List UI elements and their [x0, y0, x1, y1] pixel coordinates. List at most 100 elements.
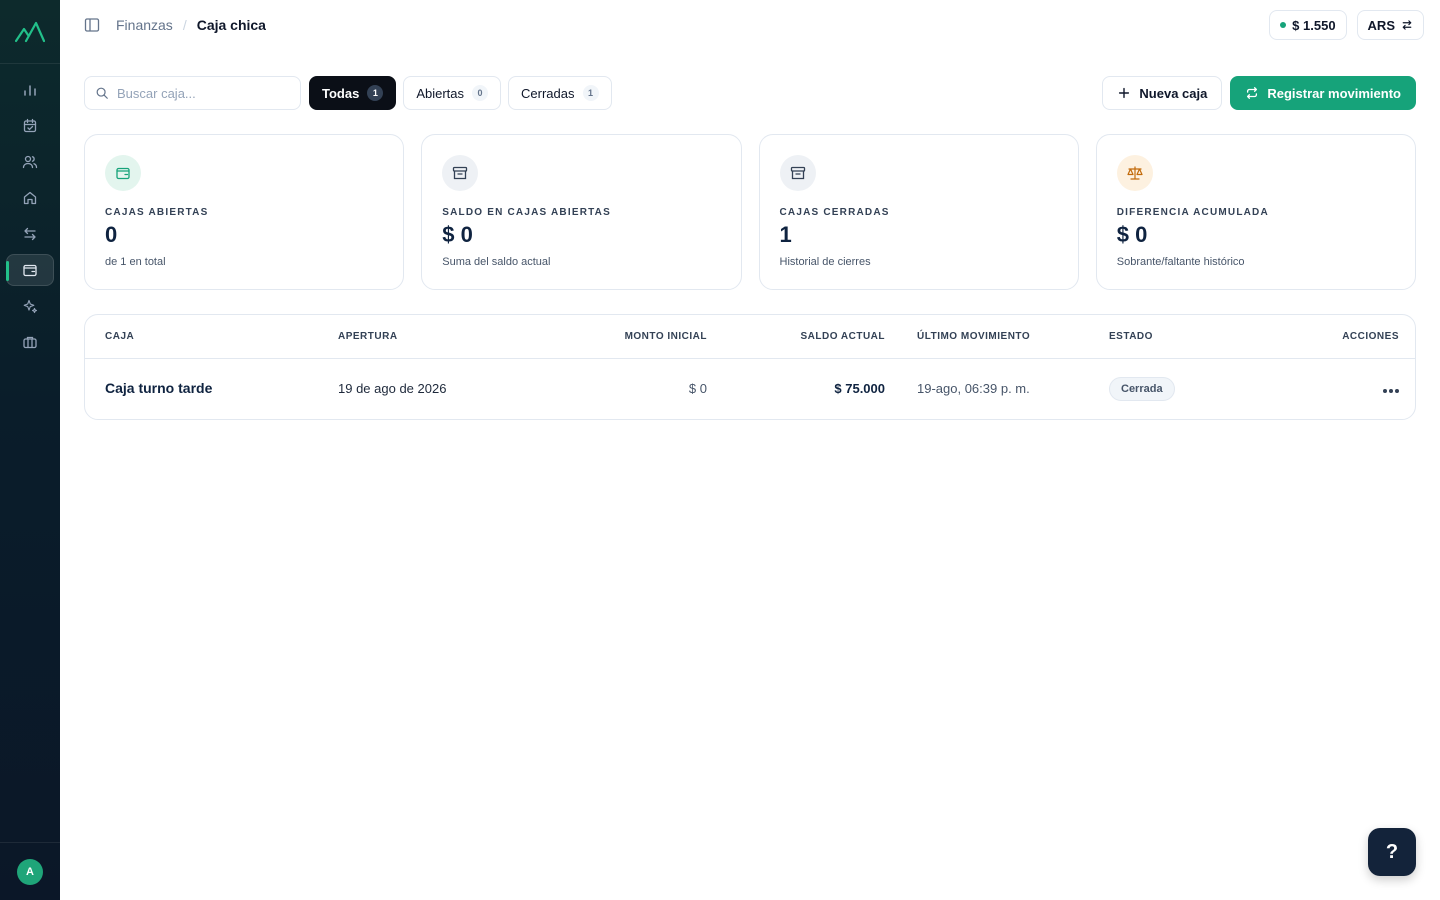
wallet-icon [23, 264, 37, 277]
avatar[interactable]: A [17, 858, 43, 885]
balance-value: $ 1.550 [1292, 17, 1336, 33]
search-box[interactable] [84, 76, 301, 110]
register-movement-button[interactable]: Registrar movimiento [1230, 76, 1416, 110]
sidebar-item-business[interactable] [6, 326, 54, 358]
sidebar-item-reports[interactable] [6, 74, 54, 106]
top-header: Finanzas / Caja chica $ 1.550 ARS [60, 0, 1440, 50]
users-icon [22, 155, 38, 169]
card-icon-wrapper [779, 155, 816, 191]
column-header-status[interactable]: ESTADO [1109, 331, 1289, 342]
search-input[interactable] [117, 85, 287, 101]
status-badge: Cerrada [1109, 377, 1175, 401]
cashbox-name[interactable]: Caja turno tarde [105, 380, 212, 396]
sidebar-toggle-icon [84, 18, 100, 32]
register-movement-label: Registrar movimiento [1267, 85, 1401, 101]
card-open-balance: SALDO EN CAJAS ABIERTAS $ 0 Suma del sal… [421, 134, 742, 290]
sidebar-item-transfers[interactable] [6, 218, 54, 250]
sidebar-nav [0, 74, 60, 358]
card-value: 0 [105, 222, 118, 247]
column-header-last-movement[interactable]: ÚLTIMO MOVIMIENTO [885, 331, 1109, 342]
column-header-current-balance[interactable]: SALDO ACTUAL [707, 331, 885, 342]
status-dot [1280, 22, 1287, 28]
last-movement: 19-ago, 06:39 p. m. [917, 381, 1030, 396]
briefcase-icon [23, 336, 37, 349]
filter-closed-label: Cerradas [521, 85, 575, 101]
sidebar-item-users[interactable] [6, 146, 54, 178]
currency-switcher[interactable]: ARS [1356, 10, 1424, 40]
help-button[interactable]: ? [1368, 828, 1416, 876]
balance-indicator[interactable]: $ 1.550 [1269, 10, 1347, 40]
card-accumulated-difference: DIFERENCIA ACUMULADA $ 0 Sobrante/faltan… [1095, 134, 1416, 290]
filter-all-label: Todas [322, 85, 360, 101]
search-icon [96, 87, 108, 99]
more-actions-button[interactable] [1383, 389, 1399, 393]
column-header-actions: ACCIONES [1342, 331, 1399, 342]
filter-all[interactable]: Todas 1 [309, 76, 397, 110]
card-label: CAJAS CERRADAS [779, 207, 890, 218]
card-label: SALDO EN CAJAS ABIERTAS [442, 207, 611, 218]
column-header-cashbox[interactable]: CAJA [85, 331, 338, 342]
dot-icon [1383, 389, 1387, 393]
summary-cards: CAJAS ABIERTAS 0 de 1 en total SALDO EN … [84, 134, 1416, 290]
card-subtitle: Historial de cierres [779, 256, 871, 268]
new-cashbox-button[interactable]: Nueva caja [1102, 76, 1223, 110]
card-value: $ 0 [1116, 222, 1148, 247]
breadcrumb: Finanzas / Caja chica [116, 17, 266, 33]
initial-amount: $ 0 [688, 381, 707, 396]
card-value: 1 [779, 222, 792, 247]
table-row[interactable]: Caja turno tarde 19 de ago de 2026 $ 0 $… [85, 359, 1415, 419]
card-subtitle: Suma del saldo actual [442, 256, 551, 268]
card-closed-cashboxes: CAJAS CERRADAS 1 Historial de cierres [758, 134, 1079, 290]
dot-icon [1395, 389, 1399, 393]
sidebar-item-home[interactable] [6, 182, 54, 214]
card-subtitle: de 1 en total [105, 256, 166, 268]
filter-closed-count: 1 [582, 85, 599, 101]
sidebar: A [0, 0, 60, 900]
sidebar-item-petty-cash[interactable] [6, 254, 54, 286]
column-header-initial-amount[interactable]: MONTO INICIAL [548, 331, 707, 342]
toolbar: Todas 1 Abiertas 0 Cerradas 1 Nueva caja… [84, 76, 1416, 110]
dot-icon [1389, 389, 1393, 393]
repeat-icon [1247, 87, 1258, 99]
archive-icon [453, 166, 468, 180]
card-label: CAJAS ABIERTAS [105, 207, 209, 218]
card-label: DIFERENCIA ACUMULADA [1116, 207, 1269, 218]
arrows-exchange-icon [24, 227, 36, 241]
home-icon [23, 191, 37, 205]
swap-icon [1402, 20, 1412, 30]
table-header: CAJA APERTURA MONTO INICIAL SALDO ACTUAL… [85, 315, 1415, 359]
sidebar-item-ai[interactable] [6, 290, 54, 322]
filter-open-count: 0 [472, 85, 489, 101]
calendar-check-icon [23, 118, 37, 133]
plus-icon [1119, 87, 1130, 99]
scale-icon [1127, 166, 1143, 180]
page-title: Caja chica [196, 17, 266, 33]
card-value: $ 0 [442, 222, 473, 247]
sparkles-icon [23, 299, 38, 314]
brand-logo[interactable] [0, 0, 60, 64]
filter-closed[interactable]: Cerradas 1 [508, 76, 612, 110]
cashbox-table: CAJA APERTURA MONTO INICIAL SALDO ACTUAL… [84, 314, 1416, 420]
bar-chart-icon [24, 85, 36, 96]
sidebar-item-calendar[interactable] [6, 110, 54, 142]
card-icon-wrapper [1116, 155, 1153, 191]
breadcrumb-separator: / [182, 17, 187, 33]
card-icon-wrapper [105, 155, 141, 191]
current-balance: $ 75.000 [834, 381, 885, 396]
main-content: Todas 1 Abiertas 0 Cerradas 1 Nueva caja… [84, 76, 1416, 420]
column-header-opening[interactable]: APERTURA [338, 331, 548, 342]
opening-date: 19 de ago de 2026 [338, 381, 447, 396]
sidebar-footer: A [0, 842, 60, 900]
card-subtitle: Sobrante/faltante histórico [1116, 256, 1245, 268]
archive-icon [790, 166, 805, 180]
filter-tabs: Todas 1 Abiertas 0 Cerradas 1 [309, 76, 612, 110]
card-icon-wrapper [442, 155, 479, 191]
toolbar-actions: Nueva caja Registrar movimiento [1102, 76, 1416, 110]
sidebar-toggle-button[interactable] [84, 17, 100, 33]
new-cashbox-label: Nueva caja [1139, 85, 1208, 101]
filter-open[interactable]: Abiertas 0 [403, 76, 502, 110]
mountain-logo-icon [15, 21, 45, 42]
breadcrumb-parent[interactable]: Finanzas [116, 17, 173, 33]
header-actions: $ 1.550 ARS [1269, 10, 1424, 40]
card-open-cashboxes: CAJAS ABIERTAS 0 de 1 en total [84, 134, 405, 290]
